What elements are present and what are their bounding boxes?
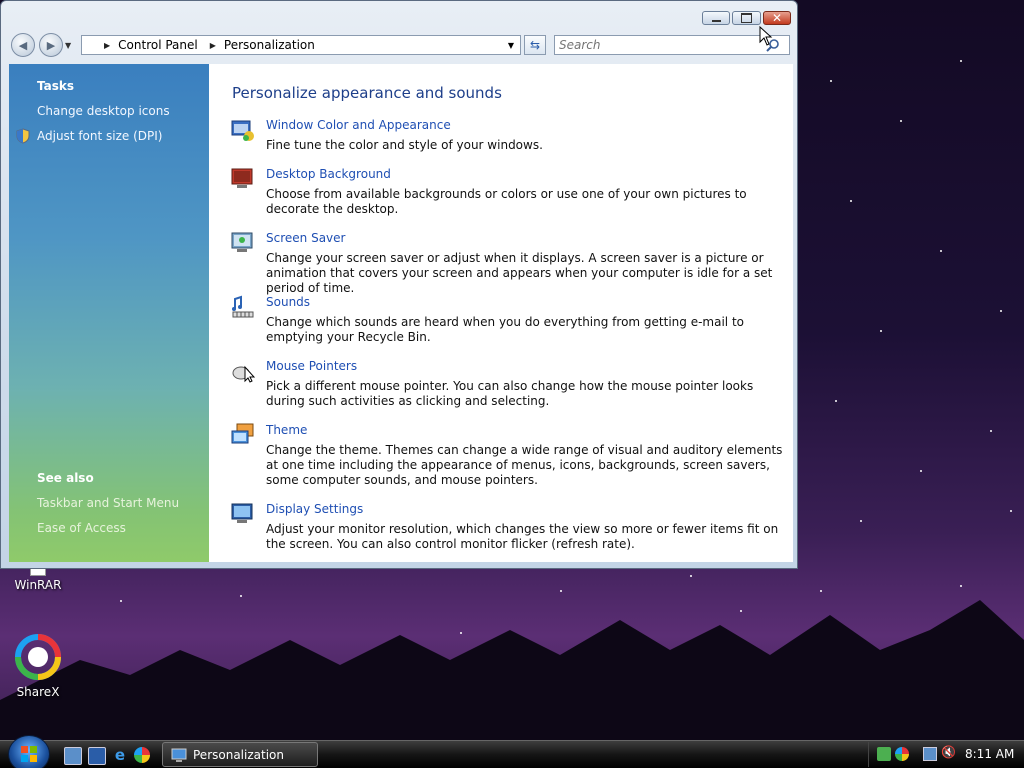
task-link-change-desktop-icons[interactable]: Change desktop icons (37, 104, 170, 118)
option-title[interactable]: Sounds (266, 295, 310, 309)
see-also-link-taskbar[interactable]: Taskbar and Start Menu (37, 496, 179, 510)
control-panel-icon (171, 748, 187, 762)
option-description: Change the theme. Themes can change a wi… (266, 443, 783, 487)
breadcrumb-separator-icon: ▶ (209, 40, 216, 50)
address-bar[interactable]: ▶ Control Panel ▶ Personalization ▼ (81, 35, 521, 55)
breadcrumb-separator-icon: ▶ (104, 40, 111, 50)
option-title[interactable]: Display Settings (266, 502, 363, 516)
option-description: Adjust your monitor resolution, which ch… (266, 522, 779, 551)
personalization-window: ✕ ◀ ▶ ▼ ▶ Control Panel ▶ Personalizatio… (0, 0, 798, 569)
breadcrumb-label: Control Panel (118, 38, 198, 52)
task-link-adjust-font-size[interactable]: Adjust font size (DPI) (37, 129, 162, 143)
switch-windows-icon[interactable] (88, 747, 106, 765)
mouse-pointers-icon (232, 365, 255, 383)
screen-saver-icon (231, 232, 253, 252)
task-pane: Tasks Change desktop icons Adjust font s… (9, 64, 209, 562)
forward-button[interactable]: ▶ (39, 33, 63, 57)
close-icon: ✕ (771, 11, 783, 25)
option-title[interactable]: Desktop Background (266, 167, 391, 181)
forward-arrow-icon: ▶ (46, 38, 56, 52)
recent-pages-dropdown[interactable]: ▼ (65, 41, 71, 50)
refresh-icon: ⇆ (529, 38, 541, 52)
start-button[interactable] (8, 735, 50, 768)
mountain-silhouette (0, 600, 1024, 740)
minimize-icon (711, 19, 721, 22)
back-button[interactable]: ◀ (11, 33, 35, 57)
sounds-icon (232, 295, 254, 318)
search-input[interactable] (555, 37, 766, 53)
option-description: Fine tune the color and style of your wi… (266, 138, 543, 152)
volume-muted-icon[interactable]: 🔇 (941, 745, 956, 759)
option-title[interactable]: Theme (266, 423, 307, 437)
option-title[interactable]: Mouse Pointers (266, 359, 357, 373)
option-description: Pick a different mouse pointer. You can … (266, 379, 754, 408)
network-icon[interactable] (923, 747, 937, 761)
see-also-heading: See also (37, 471, 94, 485)
taskbar-button-personalization[interactable]: Personalization (162, 742, 318, 767)
tasks-heading: Tasks (37, 79, 75, 93)
option-description: Choose from available backgrounds or col… (266, 187, 747, 216)
page-title: Personalize appearance and sounds (232, 84, 502, 102)
breadcrumb-personalization[interactable]: ▶ Personalization (198, 38, 315, 52)
desktop-background-icon (231, 168, 253, 188)
taskbar-button-label: Personalization (193, 747, 284, 762)
main-content: Personalize appearance and sounds Window… (209, 64, 793, 562)
option-title[interactable]: Screen Saver (266, 231, 345, 245)
address-dropdown-icon[interactable]: ▼ (508, 41, 514, 50)
internet-explorer-icon[interactable]: e (112, 747, 128, 763)
window-color-icon (231, 120, 254, 141)
option-description: Change which sounds are heard when you d… (266, 315, 744, 344)
theme-icon (231, 423, 254, 444)
mouse-cursor-icon (759, 26, 773, 46)
search-box[interactable] (554, 35, 790, 55)
taskbar: e Personalization 🔇 8:11 AM (0, 735, 1024, 768)
refresh-button[interactable]: ⇆ (524, 35, 546, 55)
minimize-button[interactable] (702, 11, 730, 25)
tray-app-icon[interactable] (877, 747, 891, 761)
show-desktop-icon[interactable] (64, 747, 82, 765)
option-title[interactable]: Window Color and Appearance (266, 118, 451, 132)
close-button[interactable]: ✕ (763, 11, 791, 25)
uac-shield-icon (16, 128, 30, 144)
sharex-icon (15, 634, 61, 680)
notification-area: 🔇 8:11 AM (868, 742, 1024, 767)
desktop-icon-label: ShareX (16, 685, 60, 699)
windows-logo-icon (21, 746, 37, 762)
sharex-quicklaunch-icon[interactable] (134, 747, 150, 763)
back-arrow-icon: ◀ (18, 38, 28, 52)
maximize-icon (741, 13, 752, 23)
desktop-icon-label: WinRAR (14, 578, 62, 592)
taskbar-clock[interactable]: 8:11 AM (965, 747, 1014, 761)
desktop-icon-sharex[interactable]: ShareX (8, 633, 68, 699)
tray-sharex-icon[interactable] (895, 747, 909, 761)
maximize-button[interactable] (732, 11, 761, 25)
option-description: Change your screen saver or adjust when … (266, 251, 773, 295)
breadcrumb-control-panel[interactable]: ▶ Control Panel (82, 38, 198, 52)
display-settings-icon (231, 503, 253, 523)
see-also-link-ease-of-access[interactable]: Ease of Access (37, 521, 126, 535)
breadcrumb-label: Personalization (223, 38, 315, 52)
